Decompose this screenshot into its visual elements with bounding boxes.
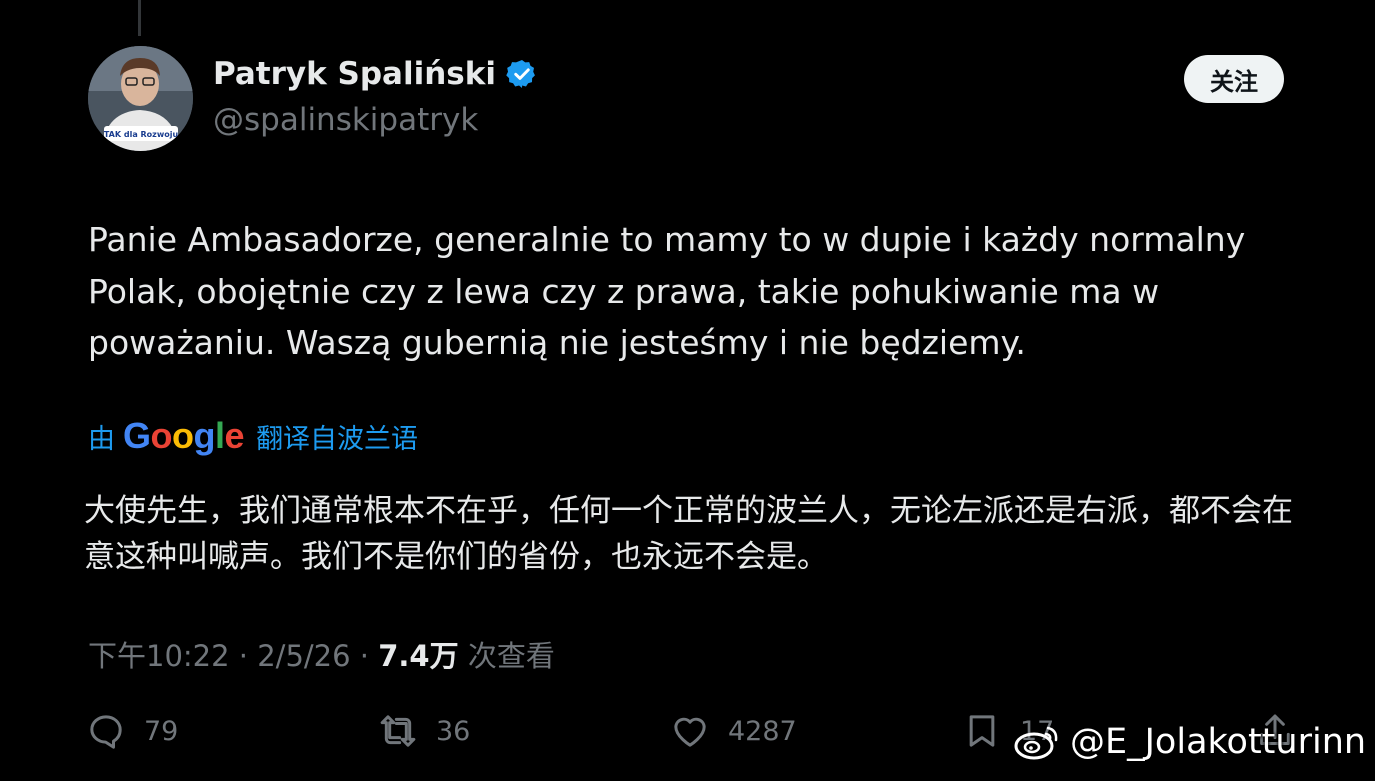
tweet-date[interactable]: 2/5/26	[257, 639, 350, 673]
repost-button[interactable]: 36	[378, 707, 470, 755]
tweet-meta: 下午10:22 · 2/5/26 · 7.4万 次查看	[88, 633, 555, 675]
translated-text: 大使先生，我们通常根本不在乎，任何一个正常的波兰人，无论左派还是右派，都不会在意…	[84, 493, 1293, 575]
reply-count: 79	[144, 715, 179, 747]
verified-badge-icon	[506, 60, 535, 88]
meta-separator: ·	[350, 639, 379, 673]
google-logo-letter: G	[123, 415, 151, 456]
watermark-text: @E_Jolakotturinn	[1070, 722, 1367, 762]
avatar-shirt-text: TAK dla Rozwoju	[104, 130, 179, 139]
google-logo-letter: l	[215, 415, 225, 456]
reply-icon	[90, 715, 122, 749]
google-logo-letter: o	[172, 415, 194, 456]
tweet-time[interactable]: 下午10:22	[88, 639, 230, 673]
meta-separator: ·	[229, 639, 258, 673]
google-logo: Google	[123, 415, 245, 457]
google-logo-letter: e	[224, 415, 245, 456]
avatar[interactable]: TAK dla Rozwoju	[88, 46, 193, 151]
author-handle[interactable]: @spalinskipatryk	[213, 102, 478, 138]
thread-connector-line	[138, 0, 141, 36]
reply-button[interactable]: 79	[86, 707, 178, 755]
translation-attribution[interactable]: 由 Google 翻译自波兰语	[88, 415, 418, 457]
bookmark-icon	[969, 715, 995, 747]
watermark: @E_Jolakotturinn	[1012, 722, 1366, 762]
google-logo-letter: o	[150, 415, 173, 456]
repost-count: 36	[436, 715, 471, 747]
view-count-label: 次查看	[458, 639, 555, 673]
weibo-icon	[1014, 726, 1058, 760]
view-count: 7.4万	[378, 639, 459, 673]
tweet-text: Panie Ambasadorze, generalnie to mamy to…	[88, 220, 1246, 362]
author-name-text: Patryk Spaliński	[213, 56, 496, 92]
follow-button[interactable]: 关注	[1184, 55, 1284, 103]
avatar-image: TAK dla Rozwoju	[88, 46, 193, 151]
like-count: 4287	[728, 715, 797, 747]
repost-icon	[380, 715, 416, 747]
like-button[interactable]: 4287	[670, 707, 797, 755]
google-logo-letter: g	[193, 415, 216, 456]
heart-icon	[674, 717, 706, 747]
translation-by-label: 由	[88, 423, 115, 455]
translation-label: 翻译自波兰语	[256, 423, 419, 455]
author-name[interactable]: Patryk Spaliński	[213, 56, 538, 92]
